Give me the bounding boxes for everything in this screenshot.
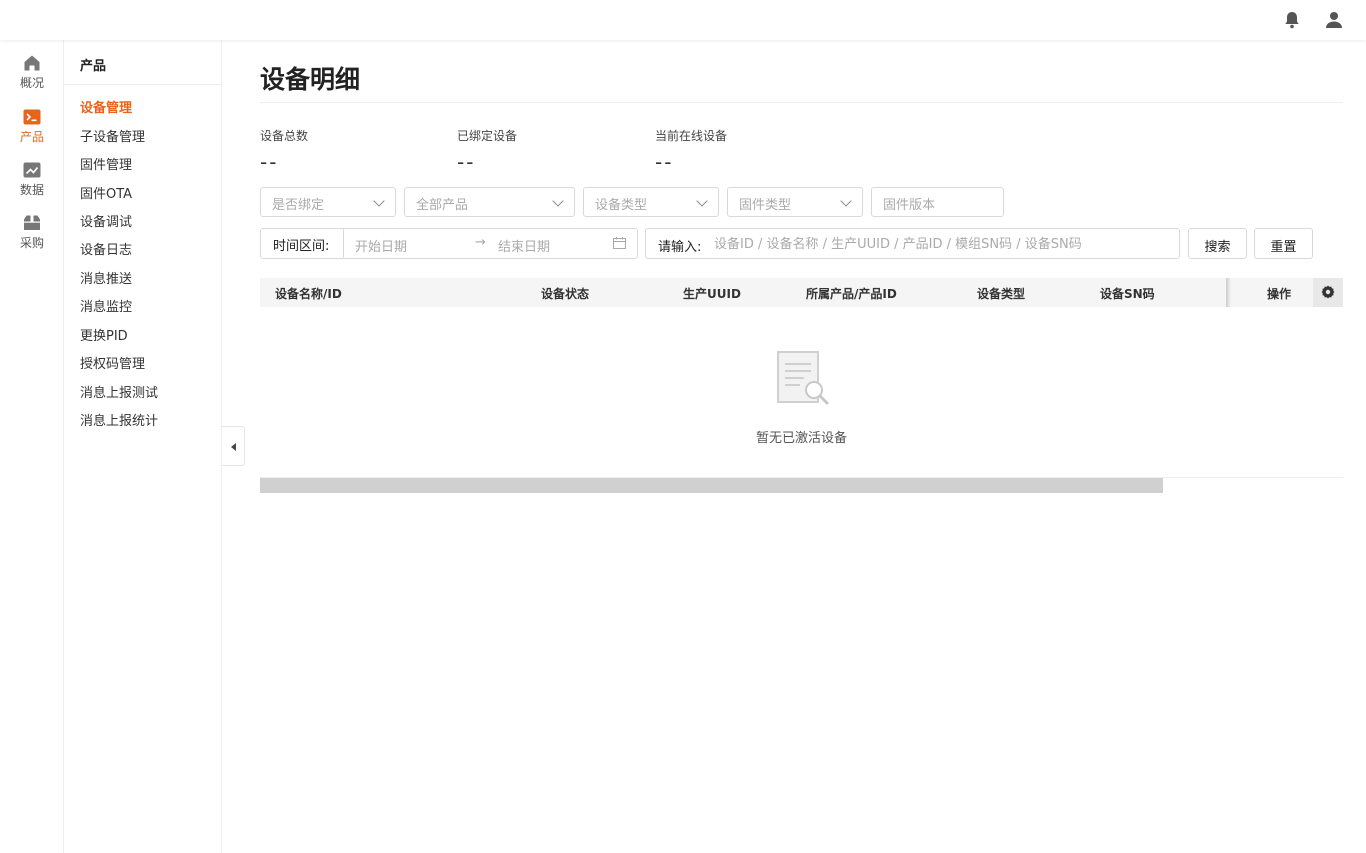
chart-icon xyxy=(23,162,41,178)
subnav-item-device-log[interactable]: 设备日志 xyxy=(80,239,132,258)
column-header: 设备名称/ID xyxy=(275,287,342,301)
rail-item-label: 产品 xyxy=(19,130,44,144)
column-settings-button[interactable] xyxy=(1313,278,1343,307)
user-icon[interactable] xyxy=(1324,10,1344,30)
subnav-item-device-debug[interactable]: 设备调试 xyxy=(80,211,132,230)
subnav-item-auth-code[interactable]: 授权码管理 xyxy=(80,353,145,372)
collapse-sidebar-button[interactable] xyxy=(222,426,245,466)
divider xyxy=(64,84,221,85)
select-placeholder: 全部产品 xyxy=(416,198,469,213)
table-header: 设备名称/ID 设备状态 生产UUID 所属产品/产品ID 设备类型 设备SN码… xyxy=(260,278,1343,307)
bell-icon[interactable] xyxy=(1282,10,1302,30)
rail-item-label: 概况 xyxy=(19,76,44,90)
empty-document-icon xyxy=(777,351,830,406)
range-arrow-icon: → xyxy=(475,235,486,250)
terminal-icon xyxy=(23,109,41,125)
subnav-item-sub-device[interactable]: 子设备管理 xyxy=(80,126,145,145)
stat-label: 当前在线设备 xyxy=(655,129,728,143)
select-placeholder: 设备类型 xyxy=(595,198,648,213)
time-range-label: 时间区间: xyxy=(261,229,344,258)
subnav-item-message-monitor[interactable]: 消息监控 xyxy=(80,296,132,315)
start-date-input[interactable]: 开始日期 xyxy=(355,236,407,255)
stat-online-devices: 当前在线设备 -- xyxy=(655,127,727,174)
chevron-down-icon xyxy=(840,195,852,207)
end-date-input[interactable]: 结束日期 xyxy=(498,236,550,255)
rail-item-data[interactable]: 数据 xyxy=(0,161,64,207)
rail-item-label: 采购 xyxy=(19,236,44,250)
subnav-item-message-push[interactable]: 消息推送 xyxy=(80,268,132,287)
search-label: 请输入: xyxy=(658,240,702,255)
top-bar xyxy=(0,0,1366,40)
calendar-icon xyxy=(613,237,626,249)
search-box: 请输入: xyxy=(645,228,1180,259)
bound-status-select[interactable]: 是否绑定 xyxy=(260,187,396,217)
column-header: 操作 xyxy=(1267,287,1292,301)
stat-total-devices: 设备总数 -- xyxy=(260,127,308,174)
subnav-item-firmware-ota[interactable]: 固件OTA xyxy=(80,183,132,202)
subnav-item-change-pid[interactable]: 更换PID xyxy=(80,325,128,344)
stat-label: 已绑定设备 xyxy=(457,129,518,143)
stat-value: -- xyxy=(260,150,279,174)
page-title: 设备明细 xyxy=(260,65,361,94)
stat-bound-devices: 已绑定设备 -- xyxy=(457,127,517,174)
input-placeholder: 固件版本 xyxy=(883,198,936,213)
subnav-item-firmware[interactable]: 固件管理 xyxy=(80,154,132,173)
column-header: 所属产品/产品ID xyxy=(806,287,897,301)
subnav-item-report-stats[interactable]: 消息上报统计 xyxy=(80,410,158,429)
chevron-down-icon xyxy=(696,195,708,207)
time-range-picker[interactable]: 时间区间: 开始日期 → 结束日期 xyxy=(260,228,638,259)
stat-label: 设备总数 xyxy=(260,129,309,143)
rail-item-product[interactable]: 产品 xyxy=(0,108,64,154)
firmware-version-input[interactable]: 固件版本 xyxy=(871,187,1004,217)
home-icon xyxy=(24,55,40,71)
stat-value: -- xyxy=(655,150,674,174)
chevron-down-icon xyxy=(373,195,385,207)
gear-icon xyxy=(1321,285,1335,299)
divider xyxy=(260,102,1343,103)
rail-item-overview[interactable]: 概况 xyxy=(0,54,64,100)
column-header: 生产UUID xyxy=(683,287,741,301)
subnav-title: 产品 xyxy=(80,59,107,74)
empty-state-text: 暂无已激活设备 xyxy=(756,431,848,446)
box-icon xyxy=(24,215,40,230)
firmware-type-select[interactable]: 固件类型 xyxy=(727,187,863,217)
search-button[interactable]: 搜索 xyxy=(1188,228,1247,259)
stat-value: -- xyxy=(457,150,476,174)
chevron-down-icon xyxy=(552,195,564,207)
search-input[interactable] xyxy=(714,233,1169,255)
column-header: 设备状态 xyxy=(541,287,590,301)
device-type-select[interactable]: 设备类型 xyxy=(583,187,719,217)
horizontal-scrollbar[interactable] xyxy=(260,478,1163,493)
select-placeholder: 是否绑定 xyxy=(272,198,325,213)
rail-item-label: 数据 xyxy=(19,183,44,197)
rail-item-purchase[interactable]: 采购 xyxy=(0,214,64,260)
column-header: 设备SN码 xyxy=(1100,287,1155,301)
product-select[interactable]: 全部产品 xyxy=(404,187,575,217)
primary-nav-rail: 概况 产品 数据 采购 xyxy=(0,40,64,853)
fixed-column-shadow xyxy=(1226,278,1231,307)
select-placeholder: 固件类型 xyxy=(739,198,792,213)
secondary-nav: 产品 设备管理 子设备管理 固件管理 固件OTA 设备调试 设备日志 消息推送 … xyxy=(64,40,222,853)
caret-left-icon xyxy=(231,443,236,451)
column-header: 设备类型 xyxy=(977,287,1026,301)
subnav-item-device-management[interactable]: 设备管理 xyxy=(80,97,132,116)
reset-button[interactable]: 重置 xyxy=(1254,228,1313,259)
subnav-item-report-test[interactable]: 消息上报测试 xyxy=(80,382,158,401)
